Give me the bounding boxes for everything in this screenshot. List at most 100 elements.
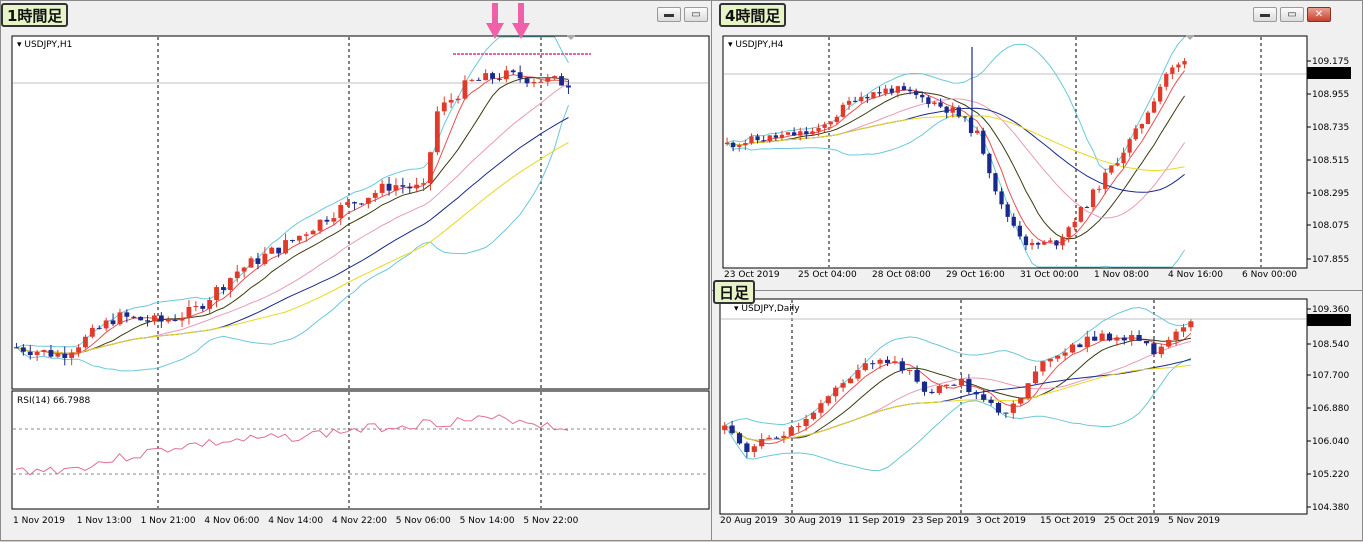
candle-body <box>331 218 337 222</box>
candle-body <box>441 102 447 112</box>
candle-body <box>751 446 757 452</box>
candle-body <box>1018 398 1024 404</box>
candle-body <box>1042 242 1047 245</box>
candle-body <box>510 70 516 73</box>
candle-body <box>1084 207 1090 209</box>
candle-body <box>1010 403 1016 413</box>
candle-body <box>779 134 785 138</box>
candle-body <box>462 80 468 99</box>
candle-body <box>966 379 972 393</box>
candle-body <box>920 94 925 98</box>
arrow-down-icon <box>518 3 524 25</box>
chart-window-h4[interactable]: ▬ ▭ ✕ ▾ USDJPY,H4 109.175 108.955 108.735 10… <box>711 0 1363 296</box>
candle-body <box>1136 334 1142 341</box>
candle-body <box>737 145 742 147</box>
candle-body <box>743 143 748 146</box>
candle-body <box>1054 240 1059 246</box>
h4-chart[interactable]: ▾ USDJPY,H4 109.175 108.955 108.735 108.515 1… <box>712 1 1363 297</box>
candle-body <box>1047 358 1053 362</box>
candle-body <box>1055 355 1061 359</box>
x-tick-label: 5 Nov 06:00 <box>396 516 451 526</box>
candle-body <box>892 361 898 364</box>
candle-body <box>372 192 378 198</box>
candle-body <box>138 316 144 321</box>
candle-body <box>810 412 817 419</box>
x-tick-label: 1 Nov 13:00 <box>77 516 132 526</box>
candle-body <box>995 402 1002 413</box>
candle-body <box>324 219 330 222</box>
candle-body <box>290 240 295 242</box>
candle-body <box>877 359 883 364</box>
candle-body <box>145 320 150 322</box>
candle-body <box>1025 383 1031 399</box>
candle-body <box>767 135 772 142</box>
candle-body <box>981 130 986 154</box>
candle-body <box>1048 240 1053 243</box>
daily-chart[interactable]: ▾ USDJPY,Daily 109.360 108.540 107.700 106.8… <box>712 291 1363 542</box>
chart-window-daily[interactable]: ▾ USDJPY,Daily 109.360 108.540 107.700 106.8… <box>711 290 1363 541</box>
candle-body <box>877 92 882 94</box>
h1-timeframe-tag: 1時間足 <box>1 3 69 27</box>
h1-chart[interactable]: ▾ USDJPY,H1 RSI(14) 66.7988 1 Nov 2019 1 No… <box>1 1 718 542</box>
candle-body <box>103 320 109 329</box>
candle-body <box>1011 216 1016 226</box>
candle-body <box>825 396 831 404</box>
candle-body <box>296 235 302 241</box>
candle-body <box>248 258 254 268</box>
candle-body <box>847 378 854 384</box>
candle-body <box>48 350 54 357</box>
x-tick-label: 28 Oct 08:00 <box>872 270 931 280</box>
candle-body <box>172 319 178 321</box>
candle-body <box>1077 344 1083 348</box>
candle-body <box>1040 361 1046 372</box>
candle-body <box>810 131 815 135</box>
candle-body <box>165 319 171 322</box>
candle-body <box>840 383 846 388</box>
candle-body <box>386 183 392 191</box>
candle-body <box>736 433 743 444</box>
candle-body <box>932 102 937 104</box>
x-tick-label: 15 Oct 2019 <box>1040 516 1096 526</box>
candle-body <box>152 315 157 322</box>
candle-body <box>276 247 282 254</box>
y-tick-label: 104.380 <box>1312 503 1349 513</box>
y-tick-label: 108.075 <box>1312 221 1349 231</box>
candle-body <box>773 437 780 439</box>
candle-body <box>1188 321 1194 328</box>
candle-body <box>988 399 994 403</box>
candle-body <box>755 136 760 141</box>
candle-body <box>1164 73 1169 87</box>
candle-body <box>1121 337 1127 341</box>
arrow-down-icon <box>492 3 498 25</box>
candle-body <box>455 98 461 101</box>
candle-body <box>1176 64 1181 68</box>
candle-body <box>883 88 888 94</box>
x-tick-label: 20 Aug 2019 <box>720 516 778 526</box>
candle-body <box>1092 336 1098 341</box>
y-tick-label: 108.515 <box>1312 156 1349 166</box>
candle-body <box>914 91 919 95</box>
candle-body <box>524 78 530 84</box>
x-tick-label: 25 Oct 04:00 <box>798 270 857 280</box>
chart-window-h1[interactable]: ▬ ▭ ▾ USDJPY,H1 RSI(14) 66.7988 1 Nov 2019… <box>0 0 717 541</box>
x-tick-label: 5 Nov 14:00 <box>460 516 515 526</box>
x-tick-label: 31 Oct 00:00 <box>1020 270 1079 280</box>
candle-body <box>310 230 316 235</box>
candle-body <box>855 370 861 379</box>
candle-body <box>503 70 509 80</box>
candle-body <box>773 135 778 138</box>
candle-body <box>1115 163 1120 166</box>
candle-body <box>186 307 192 319</box>
candle-body <box>483 73 489 81</box>
candle-body <box>722 425 728 431</box>
candle-body <box>1158 86 1163 102</box>
candle-body <box>241 267 247 272</box>
candle-body <box>833 387 839 397</box>
candle-body <box>818 403 824 413</box>
y-tick-label: 108.295 <box>1312 189 1349 199</box>
candle-body <box>834 116 839 123</box>
candle-body <box>538 81 544 83</box>
x-tick-label: 4 Nov 16:00 <box>1168 270 1223 280</box>
candle-body <box>889 88 894 93</box>
candle-body <box>1139 123 1144 129</box>
